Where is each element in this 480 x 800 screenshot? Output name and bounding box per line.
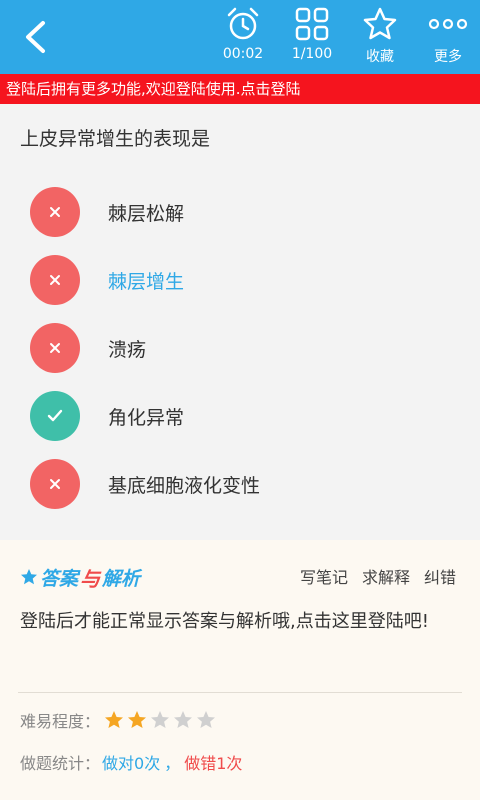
answer-actions: 写笔记 求解释 纠错 [300, 564, 456, 588]
progress-label: 1/100 [291, 46, 333, 62]
back-button[interactable] [10, 10, 60, 64]
star-filled-icon [128, 711, 147, 728]
difficulty-stars [104, 710, 216, 730]
cross-icon [50, 343, 60, 353]
answer-title-part3: 解析 [102, 567, 141, 590]
check-icon [47, 409, 63, 422]
answer-title-part1: 答案 [40, 567, 79, 590]
answer-title-part2: 与 [80, 566, 101, 591]
star-filled-icon [21, 569, 37, 585]
option-label: 基底细胞液化变性 [108, 474, 261, 497]
stats-label: 做题统计： [20, 754, 101, 773]
option-label-selected: 棘层增生 [108, 270, 185, 293]
option-mark [30, 391, 80, 441]
option-item[interactable]: 棘层增生 [30, 254, 450, 306]
option-item[interactable]: 角化异常 [30, 390, 450, 442]
report-error-button[interactable]: 纠错 [424, 564, 456, 588]
answer-title: 答案 与 解析 [20, 564, 141, 591]
star-empty-icon [151, 711, 170, 728]
cross-icon [50, 207, 60, 217]
option-label: 棘层松解 [108, 202, 185, 225]
option-mark [30, 459, 80, 509]
question-area: 上皮异常增生的表现是 棘层松解 棘层增生 溃疡 角化异常 基底细胞液化变性 [0, 104, 480, 540]
star-empty-icon [174, 711, 193, 728]
favorite-label: 收藏 [366, 49, 394, 65]
grid-icon [295, 7, 329, 41]
option-item[interactable]: 溃疡 [30, 322, 450, 374]
stats-right-count: 做对0次 [102, 754, 161, 773]
difficulty-label: 难易程度： [20, 712, 101, 731]
option-label: 溃疡 [108, 338, 147, 361]
stats-row: 做题统计： 做对0次 ， 做错1次 [20, 750, 242, 774]
top-toolbar: 00:02 1/100 收藏 更多 [0, 0, 480, 74]
option-item[interactable]: 基底细胞液化变性 [30, 458, 450, 510]
star-filled-icon [105, 711, 124, 728]
login-banner[interactable]: 登陆后拥有更多功能,欢迎登陆使用.点击登陆 [0, 74, 480, 104]
more-label: 更多 [434, 49, 462, 65]
write-note-button[interactable]: 写笔记 [300, 564, 348, 588]
option-label: 角化异常 [108, 406, 185, 429]
question-text: 上皮异常增生的表现是 [20, 128, 211, 150]
difficulty-row: 难易程度： [20, 708, 216, 732]
stats-separator: ， [164, 754, 181, 773]
option-mark [30, 187, 80, 237]
star-empty-icon [197, 711, 216, 728]
stats-wrong-count: 做错1次 [184, 754, 243, 773]
timer-label: 00:02 [222, 46, 264, 62]
cross-icon [50, 479, 60, 489]
option-mark [30, 255, 80, 305]
more-dots-icon [428, 18, 468, 30]
ask-explanation-button[interactable]: 求解释 [362, 564, 410, 588]
divider [18, 692, 462, 693]
back-arrow-icon [26, 21, 45, 53]
option-mark [30, 323, 80, 373]
star-outline-icon [363, 7, 397, 40]
timer-button[interactable]: 00:02 [208, 6, 278, 70]
answer-section: 答案 与 解析 写笔记 求解释 纠错 登陆后才能正常显示答案与解析哦,点击这里登… [0, 540, 480, 800]
answer-login-prompt[interactable]: 登陆后才能正常显示答案与解析哦,点击这里登陆吧! [20, 606, 460, 638]
alarm-clock-icon [227, 7, 259, 40]
favorite-button[interactable]: 收藏 [345, 6, 415, 70]
cross-icon [50, 275, 60, 285]
question-grid-button[interactable]: 1/100 [277, 6, 347, 70]
option-item[interactable]: 棘层松解 [30, 186, 450, 238]
more-button[interactable]: 更多 [413, 6, 480, 70]
